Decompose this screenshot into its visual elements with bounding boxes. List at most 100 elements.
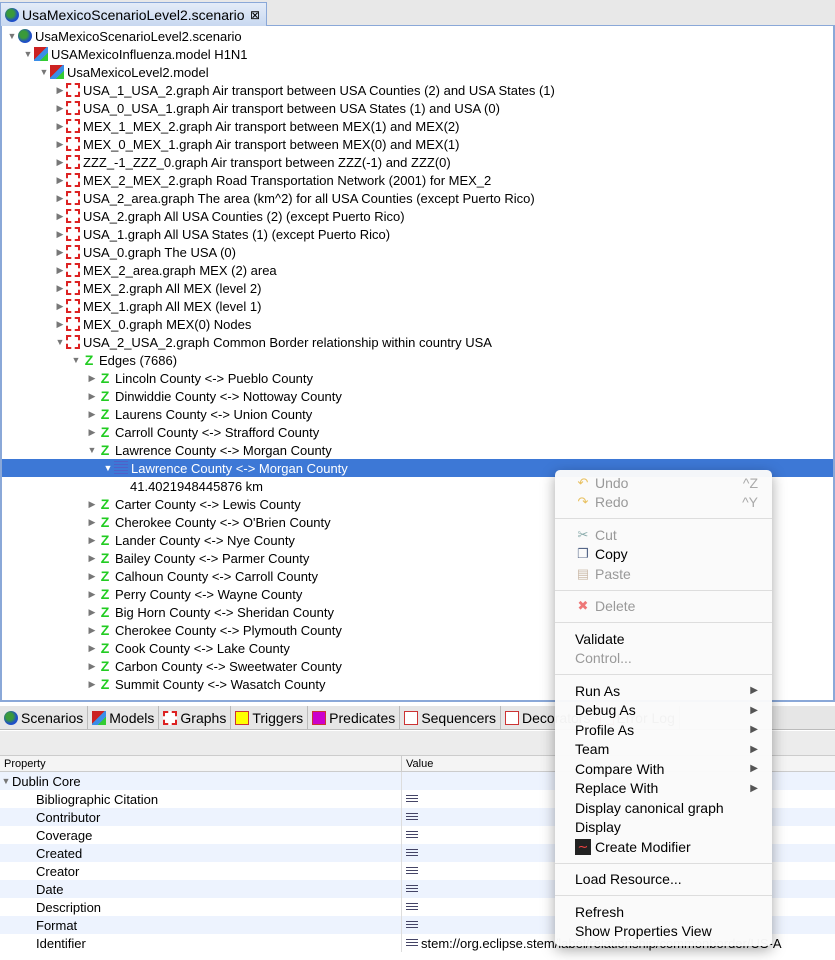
tree-item-edge[interactable]: ▶ Z Cherokee County <-> O'Brien County bbox=[86, 513, 331, 531]
menu-item-team[interactable]: Team ▶ bbox=[555, 740, 772, 760]
tree-item-edge[interactable]: ▶ Z Summit County <-> Wasatch County bbox=[86, 675, 326, 693]
expand-down-icon[interactable]: ▼ bbox=[86, 445, 98, 455]
expand-down-icon[interactable]: ▼ bbox=[102, 463, 114, 473]
expand-right-icon[interactable]: ▶ bbox=[86, 373, 98, 384]
close-icon[interactable]: ⊠ bbox=[250, 8, 260, 22]
expand-right-icon[interactable]: ▶ bbox=[54, 229, 66, 240]
tree-item-graph[interactable]: ▶ MEX_0.graph MEX(0) Nodes bbox=[54, 315, 252, 333]
expand-right-icon[interactable]: ▶ bbox=[54, 103, 66, 114]
expand-right-icon[interactable]: ▶ bbox=[86, 409, 98, 420]
tree-item-edge[interactable]: ▶ Z Calhoun County <-> Carroll County bbox=[86, 567, 319, 585]
tree-item-graph[interactable]: ▶ MEX_2.graph All MEX (level 2) bbox=[54, 279, 262, 297]
tree-item-edges[interactable]: ▼ Z Edges (7686) bbox=[70, 351, 178, 369]
expand-right-icon[interactable]: ▶ bbox=[54, 193, 66, 204]
tree-item-submodel[interactable]: ▼ UsaMexicoLevel2.model bbox=[38, 63, 209, 81]
menu-item-compare-with[interactable]: Compare With ▶ bbox=[555, 759, 772, 779]
menu-item-replace-with[interactable]: Replace With ▶ bbox=[555, 779, 772, 799]
expand-right-icon[interactable]: ▶ bbox=[86, 661, 98, 672]
expand-right-icon[interactable]: ▶ bbox=[86, 679, 98, 690]
tree-item-edge[interactable]: ▶ Z Cherokee County <-> Plymouth County bbox=[86, 621, 342, 639]
menu-item-validate[interactable]: Validate bbox=[555, 629, 772, 649]
column-header-property[interactable]: Property bbox=[0, 756, 402, 771]
tree-item-model[interactable]: ▼ USAMexicoInfluenza.model H1N1 bbox=[22, 45, 248, 63]
tree-item-edge[interactable]: ▶ Z Carter County <-> Lewis County bbox=[86, 495, 301, 513]
expand-down-icon[interactable]: ▼ bbox=[0, 776, 12, 786]
expand-right-icon[interactable]: ▶ bbox=[54, 265, 66, 276]
tree-item-edge[interactable]: ▶ Z Lincoln County <-> Pueblo County bbox=[86, 369, 313, 387]
tree-item-edge[interactable]: ▶ Z Bailey County <-> Parmer County bbox=[86, 549, 310, 567]
tree-item-edge[interactable]: ▶ Z Lander County <-> Nye County bbox=[86, 531, 295, 549]
menu-item-display-canonical-graph[interactable]: Display canonical graph bbox=[555, 798, 772, 818]
column-header-value[interactable]: Value bbox=[402, 756, 433, 771]
expand-right-icon[interactable]: ▶ bbox=[86, 571, 98, 582]
expand-right-icon[interactable]: ▶ bbox=[54, 319, 66, 330]
tree-item-edge[interactable]: ▶ Z Perry County <-> Wayne County bbox=[86, 585, 303, 603]
menu-item-redo[interactable]: ↷ Redo ^Y bbox=[555, 493, 772, 513]
tree-item-edge[interactable]: ▶ Z Dinwiddie County <-> Nottoway County bbox=[86, 387, 342, 405]
expand-right-icon[interactable]: ▶ bbox=[86, 391, 98, 402]
menu-item-create-modifier[interactable]: ∼ Create Modifier bbox=[555, 837, 772, 857]
tree-item-graph[interactable]: ▶ USA_2_area.graph The area (km^2) for al… bbox=[54, 189, 535, 207]
menu-item-refresh[interactable]: Refresh bbox=[555, 902, 772, 922]
menu-item-undo[interactable]: ↶ Undo ^Z bbox=[555, 473, 772, 493]
tree-item-graph[interactable]: ▶ MEX_2_area.graph MEX (2) area bbox=[54, 261, 277, 279]
expand-right-icon[interactable]: ▶ bbox=[86, 643, 98, 654]
tree-item-graph[interactable]: ▶ MEX_0_MEX_1.graph Air transport between… bbox=[54, 135, 460, 153]
expand-down-icon[interactable]: ▼ bbox=[22, 49, 34, 59]
expand-right-icon[interactable]: ▶ bbox=[54, 121, 66, 132]
menu-item-show-properties-view[interactable]: Show Properties View bbox=[555, 922, 772, 942]
tree-item-edge[interactable]: ▶ Z Big Horn County <-> Sheridan County bbox=[86, 603, 334, 621]
expand-down-icon[interactable]: ▼ bbox=[70, 355, 82, 365]
tree-item-graph[interactable]: ▶ USA_0.graph The USA (0) bbox=[54, 243, 236, 261]
expand-right-icon[interactable]: ▶ bbox=[86, 427, 98, 438]
tree-item-graph[interactable]: ▶ MEX_1_MEX_2.graph Air transport between… bbox=[54, 117, 460, 135]
tree-item-graph[interactable]: ▶ USA_1_USA_2.graph Air transport between… bbox=[54, 81, 555, 99]
tree-item-graph[interactable]: ▶ ZZZ_-1_ZZZ_0.graph Air transport betwee… bbox=[54, 153, 451, 171]
menu-item-copy[interactable]: ❐ Copy bbox=[555, 545, 772, 565]
tree-item-graph[interactable]: ▶ USA_2.graph All USA Counties (2) (excep… bbox=[54, 207, 405, 225]
expand-right-icon[interactable]: ▶ bbox=[54, 283, 66, 294]
expand-right-icon[interactable]: ▶ bbox=[86, 607, 98, 618]
menu-item-run-as[interactable]: Run As ▶ bbox=[555, 681, 772, 701]
expand-down-icon[interactable]: ▼ bbox=[38, 67, 50, 77]
view-tab-models[interactable]: Models bbox=[88, 706, 160, 729]
view-tab-sequencers[interactable]: Sequencers bbox=[400, 706, 502, 729]
tree-item-edge[interactable]: ▼ Z Lawrence County <-> Morgan County bbox=[86, 441, 332, 459]
expand-down-icon[interactable]: ▼ bbox=[54, 337, 66, 347]
tree-item-edge[interactable]: ▶ Z Carroll County <-> Strafford County bbox=[86, 423, 320, 441]
expand-right-icon[interactable]: ▶ bbox=[86, 553, 98, 564]
expand-right-icon[interactable]: ▶ bbox=[86, 535, 98, 546]
expand-right-icon[interactable]: ▶ bbox=[86, 499, 98, 510]
menu-item-profile-as[interactable]: Profile As ▶ bbox=[555, 720, 772, 740]
view-tab-scenarios[interactable]: Scenarios bbox=[0, 706, 89, 729]
menu-item-cut[interactable]: ✂ Cut bbox=[555, 525, 772, 545]
expand-right-icon[interactable]: ▶ bbox=[86, 589, 98, 600]
view-tab-triggers[interactable]: Triggers bbox=[231, 706, 309, 729]
tree-item-edge[interactable]: ▶ Z Laurens County <-> Union County bbox=[86, 405, 313, 423]
tree-item-graph[interactable]: ▼ USA_2_USA_2.graph Common Border relatio… bbox=[54, 333, 492, 351]
tree-item-edge[interactable]: ▶ Z Carbon County <-> Sweetwater County bbox=[86, 657, 342, 675]
expand-down-icon[interactable]: ▼ bbox=[6, 31, 18, 41]
menu-item-debug-as[interactable]: Debug As ▶ bbox=[555, 701, 772, 721]
expand-right-icon[interactable]: ▶ bbox=[54, 301, 66, 312]
tree-item-graph[interactable]: ▶ MEX_2_MEX_2.graph Road Transportation N… bbox=[54, 171, 492, 189]
menu-item-display[interactable]: Display bbox=[555, 818, 772, 838]
menu-item-paste[interactable]: ▤ Paste bbox=[555, 564, 772, 584]
expand-right-icon[interactable]: ▶ bbox=[54, 157, 66, 168]
view-tab-graphs[interactable]: Graphs bbox=[159, 706, 232, 729]
tree-item-scenario[interactable]: ▼ UsaMexicoScenarioLevel2.scenario bbox=[6, 27, 242, 45]
expand-right-icon[interactable]: ▶ bbox=[86, 625, 98, 636]
expand-right-icon[interactable]: ▶ bbox=[54, 247, 66, 258]
expand-right-icon[interactable]: ▶ bbox=[54, 85, 66, 96]
tree-item-graph[interactable]: ▶ MEX_1.graph All MEX (level 1) bbox=[54, 297, 262, 315]
menu-item-delete[interactable]: ✖ Delete bbox=[555, 597, 772, 617]
expand-right-icon[interactable]: ▶ bbox=[54, 211, 66, 222]
tree-item-value[interactable]: 41.4021948445876 km bbox=[118, 477, 263, 495]
tree-item-edge[interactable]: ▶ Z Cook County <-> Lake County bbox=[86, 639, 290, 657]
editor-tab[interactable]: UsaMexicoScenarioLevel2.scenario ⊠ bbox=[0, 2, 267, 26]
menu-item-load-resource[interactable]: Load Resource... bbox=[555, 870, 772, 890]
tree-item-graph[interactable]: ▶ USA_0_USA_1.graph Air transport between… bbox=[54, 99, 500, 117]
expand-right-icon[interactable]: ▶ bbox=[54, 175, 66, 186]
view-tab-predicates[interactable]: Predicates bbox=[308, 706, 401, 729]
expand-right-icon[interactable]: ▶ bbox=[86, 517, 98, 528]
